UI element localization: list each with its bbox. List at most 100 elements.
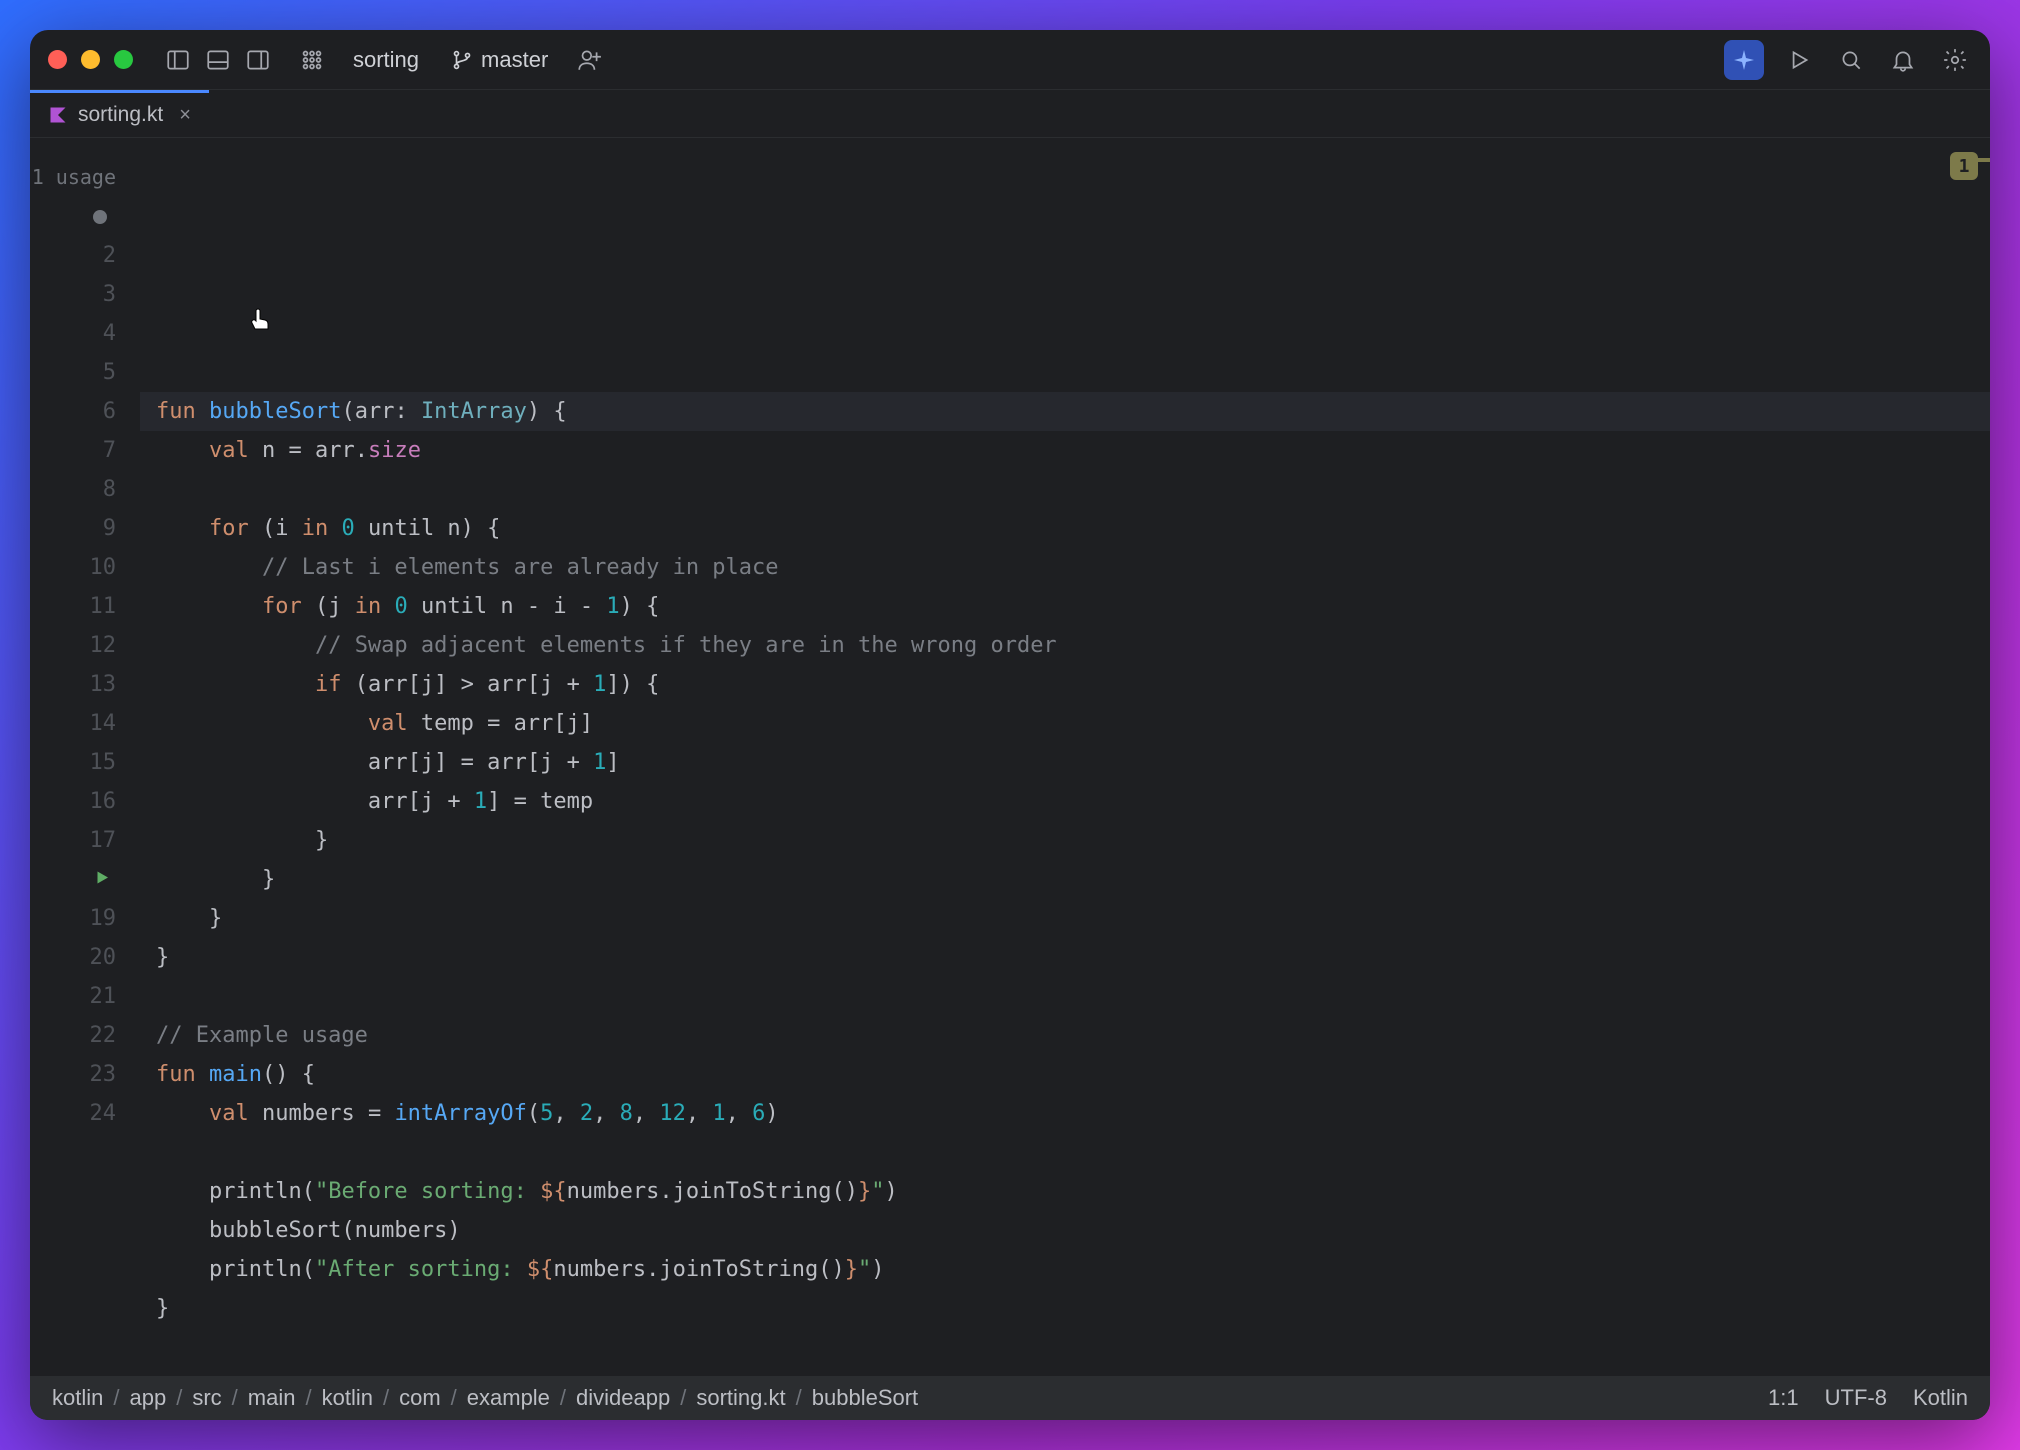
code-line[interactable]: } xyxy=(140,821,1990,860)
close-window-button[interactable] xyxy=(48,50,67,69)
gutter-line[interactable]: 3 xyxy=(30,275,140,314)
gutter-line[interactable]: 10 xyxy=(30,548,140,587)
code-line[interactable]: println("After sorting: ${numbers.joinTo… xyxy=(140,1250,1990,1289)
apps-grid-icon[interactable] xyxy=(295,43,329,77)
code-line[interactable]: } xyxy=(140,899,1990,938)
notifications-bell-icon[interactable] xyxy=(1886,43,1920,77)
branch-icon xyxy=(451,49,473,71)
breadcrumb-separator: / xyxy=(176,1385,182,1411)
gutter-line[interactable]: 11 xyxy=(30,587,140,626)
gutter-line[interactable] xyxy=(30,860,140,899)
code-line[interactable]: bubbleSort(numbers) xyxy=(140,1211,1990,1250)
code-line[interactable] xyxy=(140,470,1990,509)
code-line[interactable]: arr[j + 1] = temp xyxy=(140,782,1990,821)
gutter-line[interactable] xyxy=(30,197,140,236)
file-language[interactable]: Kotlin xyxy=(1913,1385,1968,1411)
code-line[interactable]: arr[j] = arr[j + 1] xyxy=(140,743,1990,782)
breadcrumb-separator: / xyxy=(232,1385,238,1411)
gutter-line[interactable]: 20 xyxy=(30,938,140,977)
minimize-window-button[interactable] xyxy=(81,50,100,69)
run-button-icon[interactable] xyxy=(1782,43,1816,77)
breadcrumb-segment[interactable]: src xyxy=(192,1385,221,1411)
breadcrumb[interactable]: kotlin/app/src/main/kotlin/com/example/d… xyxy=(52,1385,918,1411)
breadcrumb-segment[interactable]: kotlin xyxy=(322,1385,373,1411)
gutter-line[interactable]: 4 xyxy=(30,314,140,353)
code-line[interactable]: // Swap adjacent elements if they are in… xyxy=(140,626,1990,665)
code-line[interactable] xyxy=(140,977,1990,1016)
editor-tabs: sorting.kt × xyxy=(30,90,1990,138)
gutter-line[interactable]: 12 xyxy=(30,626,140,665)
breadcrumb-segment[interactable]: main xyxy=(248,1385,296,1411)
settings-gear-icon[interactable] xyxy=(1938,43,1972,77)
gutter-line[interactable]: 7 xyxy=(30,431,140,470)
code-line[interactable]: for (j in 0 until n - i - 1) { xyxy=(140,587,1990,626)
code-area[interactable]: fun bubbleSort(arr: IntArray) { val n = … xyxy=(140,138,1990,1376)
file-encoding[interactable]: UTF-8 xyxy=(1825,1385,1887,1411)
gutter-line[interactable]: 14 xyxy=(30,704,140,743)
search-icon[interactable] xyxy=(1834,43,1868,77)
breadcrumb-separator: / xyxy=(560,1385,566,1411)
breadcrumb-separator: / xyxy=(305,1385,311,1411)
code-line[interactable]: fun main() { xyxy=(140,1055,1990,1094)
code-line[interactable]: // Last i elements are already in place xyxy=(140,548,1990,587)
gutter-line[interactable]: 6 xyxy=(30,392,140,431)
breadcrumb-segment[interactable]: bubbleSort xyxy=(812,1385,918,1411)
window-controls xyxy=(48,50,133,69)
breakpoint-dot-icon[interactable] xyxy=(93,210,107,224)
code-line[interactable]: // Example usage xyxy=(140,1016,1990,1055)
code-line[interactable]: val n = arr.size xyxy=(140,431,1990,470)
gutter-line[interactable]: 24 xyxy=(30,1094,140,1133)
gutter-line[interactable]: 15 xyxy=(30,743,140,782)
code-line[interactable]: } xyxy=(140,1289,1990,1328)
code-line[interactable]: val numbers = intArrayOf(5, 2, 8, 12, 1,… xyxy=(140,1094,1990,1133)
bottom-panel-toggle-icon[interactable] xyxy=(201,43,235,77)
code-line[interactable]: } xyxy=(140,860,1990,899)
breadcrumb-segment[interactable]: com xyxy=(399,1385,441,1411)
code-line[interactable]: } xyxy=(140,938,1990,977)
editor[interactable]: 1 usage 23456789101112131415161719202122… xyxy=(30,138,1990,1376)
cursor-hand-icon xyxy=(142,268,272,387)
project-name[interactable]: sorting xyxy=(353,47,419,73)
gutter[interactable]: 1 usage 23456789101112131415161719202122… xyxy=(30,138,140,1376)
gutter-line[interactable]: 2 xyxy=(30,236,140,275)
run-gutter-icon[interactable] xyxy=(93,860,111,899)
titlebar: sorting master xyxy=(30,30,1990,90)
maximize-window-button[interactable] xyxy=(114,50,133,69)
code-line[interactable]: println("Before sorting: ${numbers.joinT… xyxy=(140,1172,1990,1211)
breadcrumb-segment[interactable]: app xyxy=(129,1385,166,1411)
breadcrumb-segment[interactable]: sorting.kt xyxy=(696,1385,785,1411)
ide-window: sorting master xyxy=(30,30,1990,1420)
code-line[interactable] xyxy=(140,1133,1990,1172)
scrollbar-marks[interactable] xyxy=(1972,138,1990,1376)
breadcrumb-segment[interactable]: divideapp xyxy=(576,1385,670,1411)
gutter-line[interactable]: 21 xyxy=(30,977,140,1016)
code-with-me-icon[interactable] xyxy=(572,43,606,77)
gutter-line[interactable]: 19 xyxy=(30,899,140,938)
code-line[interactable]: if (arr[j] > arr[j + 1]) { xyxy=(140,665,1990,704)
gutter-line[interactable]: 16 xyxy=(30,782,140,821)
code-line[interactable]: val temp = arr[j] xyxy=(140,704,1990,743)
code-line[interactable]: for (i in 0 until n) { xyxy=(140,509,1990,548)
tab-label: sorting.kt xyxy=(78,103,163,127)
tab-close-icon[interactable]: × xyxy=(179,104,191,127)
gutter-line[interactable]: 22 xyxy=(30,1016,140,1055)
gutter-line[interactable]: 13 xyxy=(30,665,140,704)
gutter-line[interactable]: 8 xyxy=(30,470,140,509)
left-sidebar-toggle-icon[interactable] xyxy=(161,43,195,77)
gutter-line[interactable]: 17 xyxy=(30,821,140,860)
usage-hint[interactable]: 1 usage xyxy=(30,158,140,197)
breadcrumb-segment[interactable]: kotlin xyxy=(52,1385,103,1411)
breadcrumb-separator: / xyxy=(796,1385,802,1411)
breadcrumb-separator: / xyxy=(113,1385,119,1411)
git-branch-selector[interactable]: master xyxy=(451,47,548,73)
caret-position[interactable]: 1:1 xyxy=(1768,1385,1799,1411)
right-sidebar-toggle-icon[interactable] xyxy=(241,43,275,77)
gutter-line[interactable]: 9 xyxy=(30,509,140,548)
gutter-line[interactable]: 5 xyxy=(30,353,140,392)
ai-assistant-button[interactable] xyxy=(1724,40,1764,80)
breadcrumb-segment[interactable]: example xyxy=(467,1385,550,1411)
gutter-line[interactable]: 23 xyxy=(30,1055,140,1094)
kotlin-file-icon xyxy=(48,105,68,125)
tab-sorting-kt[interactable]: sorting.kt × xyxy=(30,90,209,137)
code-line[interactable]: fun bubbleSort(arr: IntArray) { xyxy=(140,392,1990,431)
